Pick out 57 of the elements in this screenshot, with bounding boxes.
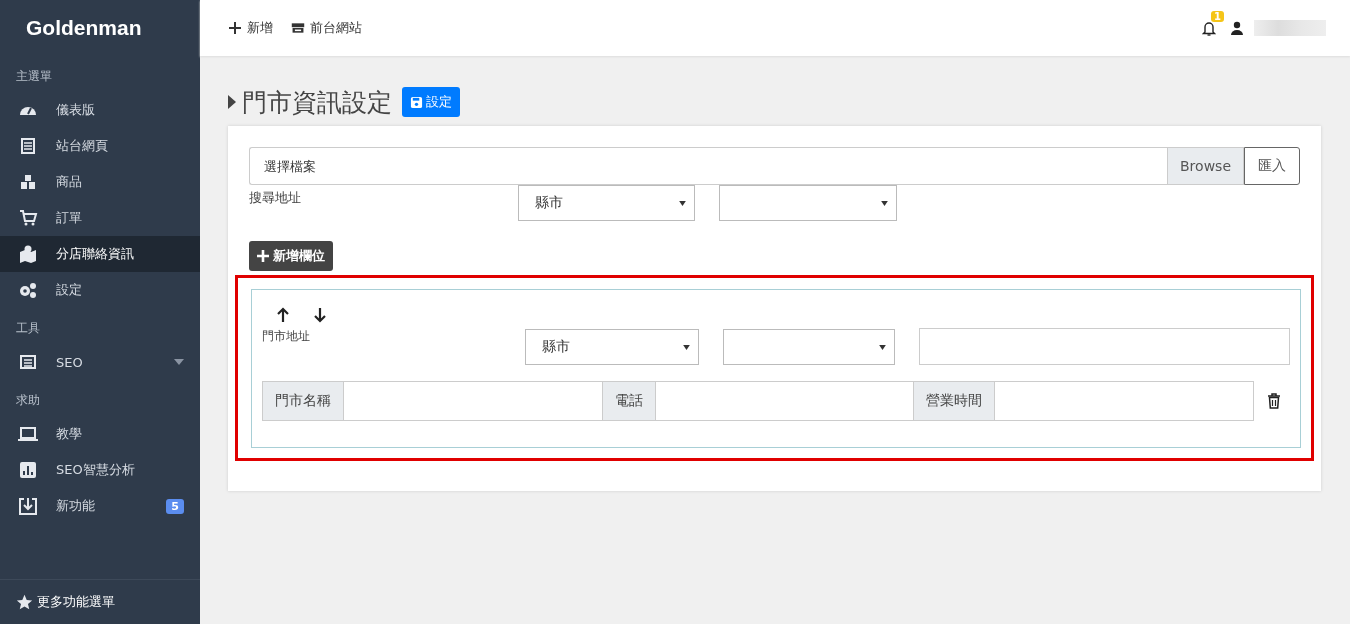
blurred-username xyxy=(1254,20,1326,36)
address-input[interactable] xyxy=(919,328,1290,365)
gears-icon xyxy=(18,280,38,300)
download-icon xyxy=(18,496,38,516)
sidebar-item[interactable]: 商品 xyxy=(0,164,200,200)
caret-icon xyxy=(682,344,690,350)
brand-logo[interactable]: Goldenman xyxy=(0,0,200,56)
cart-icon xyxy=(18,208,38,228)
plus-icon xyxy=(228,21,242,35)
section-header: 求助 xyxy=(15,391,41,409)
floppy-icon xyxy=(410,95,423,109)
save-button[interactable]: 設定 xyxy=(402,87,460,117)
notification-badge: 1 xyxy=(1211,11,1224,22)
add-field-button[interactable]: 新增欄位 xyxy=(249,241,333,271)
boxes-icon xyxy=(18,172,38,192)
star-icon xyxy=(16,593,33,611)
field-label: 搜尋地址 xyxy=(249,189,302,207)
more-menu-label: 更多功能選單 xyxy=(37,593,115,611)
import-button[interactable]: 匯入 xyxy=(1244,147,1300,185)
district-select[interactable] xyxy=(722,329,896,365)
page-title: 門市資訊設定 xyxy=(242,86,392,119)
county-select[interactable]: 縣市 xyxy=(518,185,695,221)
sidebar-item[interactable]: 訂單 xyxy=(0,200,200,236)
toolbar-link[interactable]: 前台網站 xyxy=(291,19,362,37)
toolbar-link[interactable]: 新增 xyxy=(228,19,273,37)
chart-icon xyxy=(18,460,38,480)
caret-icon xyxy=(679,200,686,206)
sidebar-item[interactable]: 設定 xyxy=(0,272,200,308)
map-icon xyxy=(18,244,38,264)
section-header: 工具 xyxy=(15,319,41,337)
store-icon xyxy=(291,21,305,35)
sidebar-item[interactable]: 分店聯絡資訊 xyxy=(0,236,200,272)
sidebar-item[interactable]: SEO xyxy=(0,344,200,380)
browse-button[interactable]: Browse xyxy=(1167,147,1244,185)
plus-icon xyxy=(257,250,269,262)
section-header: 主選單 xyxy=(15,67,53,85)
sidebar-item[interactable]: 站台網頁 xyxy=(0,128,200,164)
down-arrow-icon[interactable] xyxy=(313,307,327,323)
user-icon[interactable] xyxy=(1230,21,1244,35)
sidebar-item[interactable]: 儀表版 xyxy=(0,92,200,128)
trash-icon[interactable] xyxy=(1267,393,1281,409)
county-select[interactable]: 縣市 xyxy=(524,329,699,365)
list-icon xyxy=(18,352,38,372)
field-label: 門市地址 xyxy=(262,328,311,345)
count-badge: 5 xyxy=(166,498,184,514)
triangle-icon xyxy=(228,95,236,109)
page-icon xyxy=(18,136,38,156)
sidebar-item[interactable]: SEO智慧分析 xyxy=(0,452,200,488)
up-arrow-icon[interactable] xyxy=(276,307,290,323)
caret-icon xyxy=(881,200,888,206)
sidebar-item[interactable]: 新功能 5 xyxy=(0,488,200,524)
file-input[interactable]: 選擇檔案 xyxy=(249,147,1167,185)
district-select[interactable] xyxy=(719,185,897,221)
bell-icon[interactable] xyxy=(1202,20,1216,36)
sidebar-item[interactable]: 教學 xyxy=(0,416,200,452)
laptop-icon xyxy=(18,424,38,444)
caret-icon xyxy=(879,344,887,350)
